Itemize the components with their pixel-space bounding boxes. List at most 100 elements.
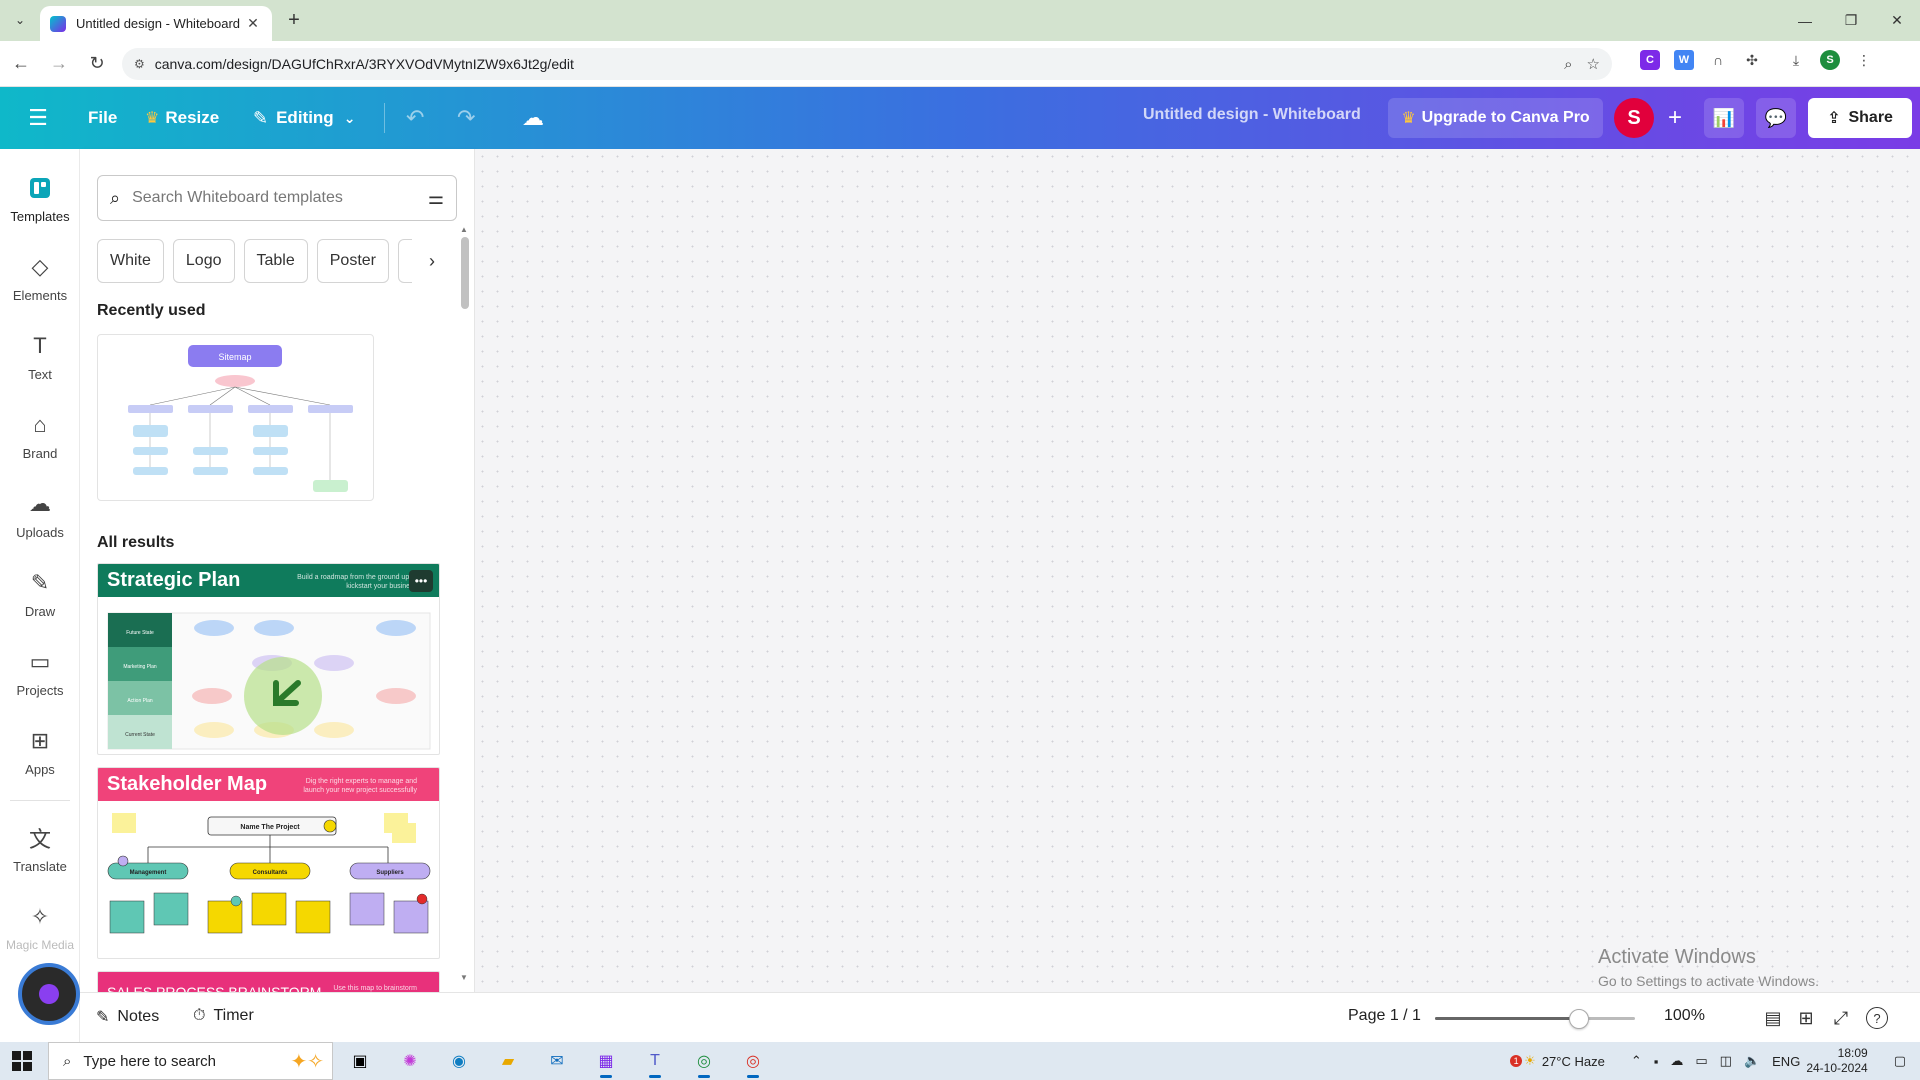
editing-mode-button[interactable]: ✎ Editing ⌄: [253, 105, 355, 131]
notifications-icon[interactable]: ▢: [1894, 1053, 1906, 1069]
template-card-strategic-plan[interactable]: Strategic Plan Build a roadmap from the …: [97, 563, 440, 755]
cloud-saved-icon[interactable]: ☁: [522, 105, 544, 131]
teams-tray-icon[interactable]: ▪: [1654, 1054, 1659, 1069]
redo-icon[interactable]: ↷: [457, 105, 475, 131]
comment-icon[interactable]: 💬: [1756, 98, 1796, 138]
rail-item-draw[interactable]: ✎ Draw: [0, 568, 80, 632]
tray-chevron-icon[interactable]: ⌃: [1631, 1053, 1642, 1069]
windows-taskbar: ⌕ Type here to search ✦✧ ▣ ✺ ◉ ▰ ✉ ▦ T ◎…: [0, 1042, 1920, 1080]
editor-footer: ✎ Notes ⏱ Timer Page 1 / 1 100% ▤ ⊞ ⤢ ?: [80, 992, 1920, 1042]
onedrive-icon[interactable]: ☁: [1670, 1053, 1683, 1069]
network-icon[interactable]: ◫: [1720, 1053, 1732, 1069]
page-indicator[interactable]: Page 1 / 1: [1348, 1007, 1421, 1025]
panel-scrollbar-thumb[interactable]: [461, 237, 469, 309]
timer-button[interactable]: ⏱ Timer: [193, 1007, 254, 1025]
rail-item-elements[interactable]: ◇ Elements: [0, 252, 80, 316]
insights-chart-icon[interactable]: 📊: [1704, 98, 1744, 138]
windows-start-icon[interactable]: [12, 1051, 32, 1071]
teams-icon[interactable]: T: [641, 1048, 669, 1078]
recent-template-sitemap[interactable]: Sitemap: [97, 334, 374, 501]
clock[interactable]: 18:09 24-10-2024: [1806, 1046, 1867, 1076]
file-explorer-icon[interactable]: ▰: [494, 1048, 522, 1074]
browser-tab-active[interactable]: Untitled design - Whiteboard - ✕: [40, 6, 272, 41]
weather-widget[interactable]: 1 ☀ 27°C Haze: [1510, 1053, 1605, 1069]
template-search-input[interactable]: [132, 189, 428, 207]
reload-icon[interactable]: ↻: [80, 47, 114, 81]
scroll-up-icon[interactable]: ▲: [460, 225, 468, 234]
invite-plus-icon[interactable]: +: [1658, 101, 1692, 135]
document-title[interactable]: Untitled design - Whiteboard: [1143, 106, 1361, 124]
undo-icon[interactable]: ↶: [406, 105, 424, 131]
template-card-stakeholder-map[interactable]: Stakeholder Map Dig the right experts to…: [97, 767, 440, 959]
template-search-box[interactable]: ⌕ ⚌: [97, 175, 457, 221]
node-mid: Consultants: [253, 870, 288, 876]
tab-search-menu-icon[interactable]: ⌄: [8, 8, 32, 32]
zoom-slider-thumb[interactable]: [1569, 1009, 1589, 1029]
upgrade-label: Upgrade to Canva Pro: [1421, 109, 1590, 126]
rail-item-translate[interactable]: 文 Translate: [0, 823, 80, 887]
site-info-icon[interactable]: ⚙: [134, 57, 145, 71]
chip-white[interactable]: White: [97, 239, 164, 283]
taskbar-search[interactable]: ⌕ Type here to search ✦✧: [48, 1042, 333, 1080]
more-options-icon[interactable]: •••: [409, 570, 433, 592]
close-window-icon[interactable]: ✕: [1874, 0, 1920, 41]
zoom-slider[interactable]: [1435, 1009, 1635, 1029]
browser-menu-icon[interactable]: ⋮: [1854, 50, 1874, 70]
page-view-icon[interactable]: ▤: [1760, 1005, 1786, 1031]
mail-icon[interactable]: ✉: [543, 1048, 571, 1074]
filter-sliders-icon[interactable]: ⚌: [428, 188, 444, 209]
restore-icon[interactable]: ❐: [1828, 0, 1874, 41]
resize-button[interactable]: ♛ Resize: [145, 105, 219, 131]
chip-logo[interactable]: Logo: [172, 239, 235, 283]
upgrade-pro-button[interactable]: ♛ Upgrade to Canva Pro: [1388, 98, 1603, 138]
task-view-icon[interactable]: ▣: [346, 1048, 374, 1074]
rail-item-projects[interactable]: ▭ Projects: [0, 647, 80, 711]
canva-app-icon[interactable]: ▦: [592, 1048, 620, 1078]
rail-item-templates[interactable]: Templates: [0, 173, 80, 237]
bookmark-star-icon[interactable]: ☆: [1587, 55, 1600, 73]
edge-icon[interactable]: ◉: [445, 1048, 473, 1074]
chip-table[interactable]: Table: [243, 239, 308, 283]
minimize-icon[interactable]: —: [1782, 0, 1828, 41]
arc-extension-icon[interactable]: ∩: [1708, 50, 1728, 70]
whiteboard-canvas[interactable]: [475, 149, 1920, 992]
close-tab-icon[interactable]: ✕: [244, 15, 262, 32]
copilot-icon[interactable]: ✺: [396, 1048, 424, 1074]
puzzle-extensions-icon[interactable]: ✣: [1742, 50, 1762, 70]
help-icon[interactable]: ?: [1866, 1007, 1888, 1029]
rail-item-brand[interactable]: ⌂ Brand: [0, 410, 80, 474]
rail-item-apps[interactable]: ⊞ Apps: [0, 726, 80, 790]
battery-icon[interactable]: ▭: [1695, 1053, 1707, 1069]
rail-label-translate: Translate: [13, 859, 67, 874]
scroll-down-icon[interactable]: ▼: [460, 973, 468, 982]
url-text[interactable]: canva.com/design/DAGUfChRxrA/3RYXVOdVMyt…: [155, 56, 1550, 72]
language-indicator[interactable]: ENG: [1772, 1054, 1800, 1069]
chrome-icon[interactable]: ◎: [690, 1048, 718, 1078]
canva-extension-icon[interactable]: C: [1640, 50, 1660, 70]
rail-item-magic-media[interactable]: ✧ Magic Media: [0, 902, 80, 966]
new-tab-icon[interactable]: +: [282, 9, 306, 32]
file-menu-button[interactable]: File: [88, 105, 117, 131]
docs-extension-icon[interactable]: W: [1674, 50, 1694, 70]
zoom-icon[interactable]: ⌕: [1564, 56, 1572, 73]
chrome-profile-icon[interactable]: ◎: [739, 1048, 767, 1078]
download-icon[interactable]: ⤓: [1786, 50, 1806, 70]
magic-assistant-orb-icon[interactable]: [18, 963, 80, 1025]
zoom-percentage[interactable]: 100%: [1664, 1007, 1705, 1025]
rail-item-uploads[interactable]: ☁ Uploads: [0, 489, 80, 553]
crown-icon: ♛: [145, 110, 160, 127]
rail-item-text[interactable]: T Text: [0, 331, 80, 395]
user-avatar[interactable]: S: [1614, 98, 1654, 138]
chip-poster[interactable]: Poster: [316, 239, 389, 283]
main-menu-icon[interactable]: ☰: [26, 106, 50, 130]
volume-icon[interactable]: 🔈: [1744, 1053, 1760, 1069]
profile-avatar[interactable]: S: [1820, 50, 1840, 70]
back-icon[interactable]: ←: [4, 47, 38, 81]
grid-view-icon[interactable]: ⊞: [1793, 1005, 1819, 1031]
forward-icon[interactable]: →: [42, 47, 76, 81]
chips-next-chevron-icon[interactable]: ›: [412, 239, 452, 283]
share-button[interactable]: ⇪ Share: [1808, 98, 1912, 138]
fullscreen-icon[interactable]: ⤢: [1828, 1005, 1854, 1031]
address-bar[interactable]: ⚙ canva.com/design/DAGUfChRxrA/3RYXVOdVM…: [122, 48, 1612, 80]
notes-button[interactable]: ✎ Notes: [96, 1007, 159, 1027]
